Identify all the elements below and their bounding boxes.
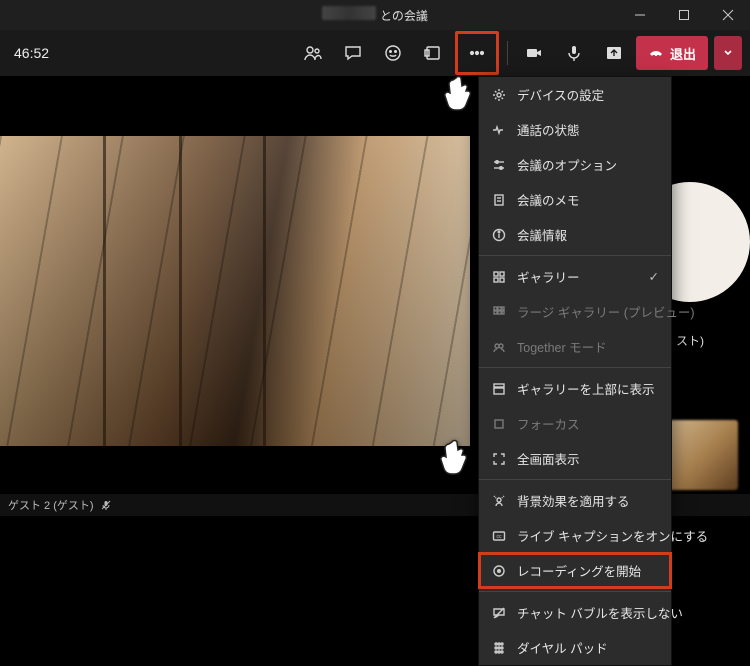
participant-name-label: スト) [670,330,710,351]
leave-chevron-button[interactable] [714,36,742,70]
more-actions-highlight [455,31,499,75]
more-actions-menu: デバイスの設定 通話の状態 会議のオプション 会議のメモ 会議情報 ギャラリー … [478,76,672,666]
menu-device-settings[interactable]: デバイスの設定 [479,77,671,112]
menu-focus: フォーカス [479,406,671,441]
bottom-participant-label: ゲスト 2 (ゲスト) [8,497,94,513]
cc-icon: cc [491,528,507,544]
chat-off-icon [491,605,507,621]
share-button[interactable] [596,35,632,71]
background-icon [491,493,507,509]
menu-gallery-top[interactable]: ギャラリーを上部に表示 [479,371,671,406]
window-title: との会議 [322,6,428,24]
pulse-icon [491,122,507,138]
people-button[interactable] [295,35,331,71]
main-video-tile[interactable] [0,136,470,446]
window-titlebar: との会議 [0,0,750,30]
mic-button[interactable] [556,35,592,71]
menu-separator [479,479,671,480]
chat-button[interactable] [335,35,371,71]
gallery-top-icon [491,381,507,397]
notes-icon [491,192,507,208]
grid-icon [491,269,507,285]
fullscreen-icon [491,451,507,467]
menu-meeting-info[interactable]: 会議情報 [479,217,671,252]
gear-icon [491,87,507,103]
more-actions-button[interactable] [459,35,495,71]
menu-live-captions[interactable]: cc ライブ キャプションをオンにする [479,518,671,553]
together-icon [491,339,507,355]
sliders-icon [491,157,507,173]
menu-separator [479,591,671,592]
menu-chat-bubble[interactable]: チャット バブルを表示しない [479,595,671,630]
menu-meeting-options[interactable]: 会議のオプション [479,147,671,182]
leave-button[interactable]: 退出 [636,36,708,70]
menu-separator [479,255,671,256]
menu-dialpad[interactable]: ダイヤル パッド [479,630,671,665]
check-icon: ✓ [649,269,659,284]
large-grid-icon [491,304,507,320]
mic-muted-icon [100,499,112,511]
menu-background-effects[interactable]: 背景効果を適用する [479,483,671,518]
dialpad-icon [491,640,507,656]
focus-icon [491,416,507,432]
window-controls [618,0,750,30]
rooms-button[interactable] [415,35,451,71]
menu-together-mode: Together モード [479,329,671,364]
close-button[interactable] [706,0,750,30]
minimize-button[interactable] [618,0,662,30]
meeting-toolbar: 46:52 退出 [0,30,750,76]
info-icon [491,227,507,243]
menu-separator [479,367,671,368]
reactions-button[interactable] [375,35,411,71]
menu-call-health[interactable]: 通話の状態 [479,112,671,147]
record-icon [491,563,507,579]
hangup-icon [648,45,664,61]
menu-fullscreen[interactable]: 全画面表示 [479,441,671,476]
menu-start-recording[interactable]: レコーディングを開始 [479,553,671,588]
call-timer: 46:52 [14,45,49,61]
menu-large-gallery: ラージ ギャラリー (プレビュー) [479,294,671,329]
maximize-button[interactable] [662,0,706,30]
leave-label: 退出 [670,44,696,63]
svg-text:cc: cc [497,534,503,540]
camera-button[interactable] [516,35,552,71]
toolbar-divider [507,41,508,65]
menu-meeting-notes[interactable]: 会議のメモ [479,182,671,217]
menu-gallery[interactable]: ギャラリー ✓ [479,259,671,294]
